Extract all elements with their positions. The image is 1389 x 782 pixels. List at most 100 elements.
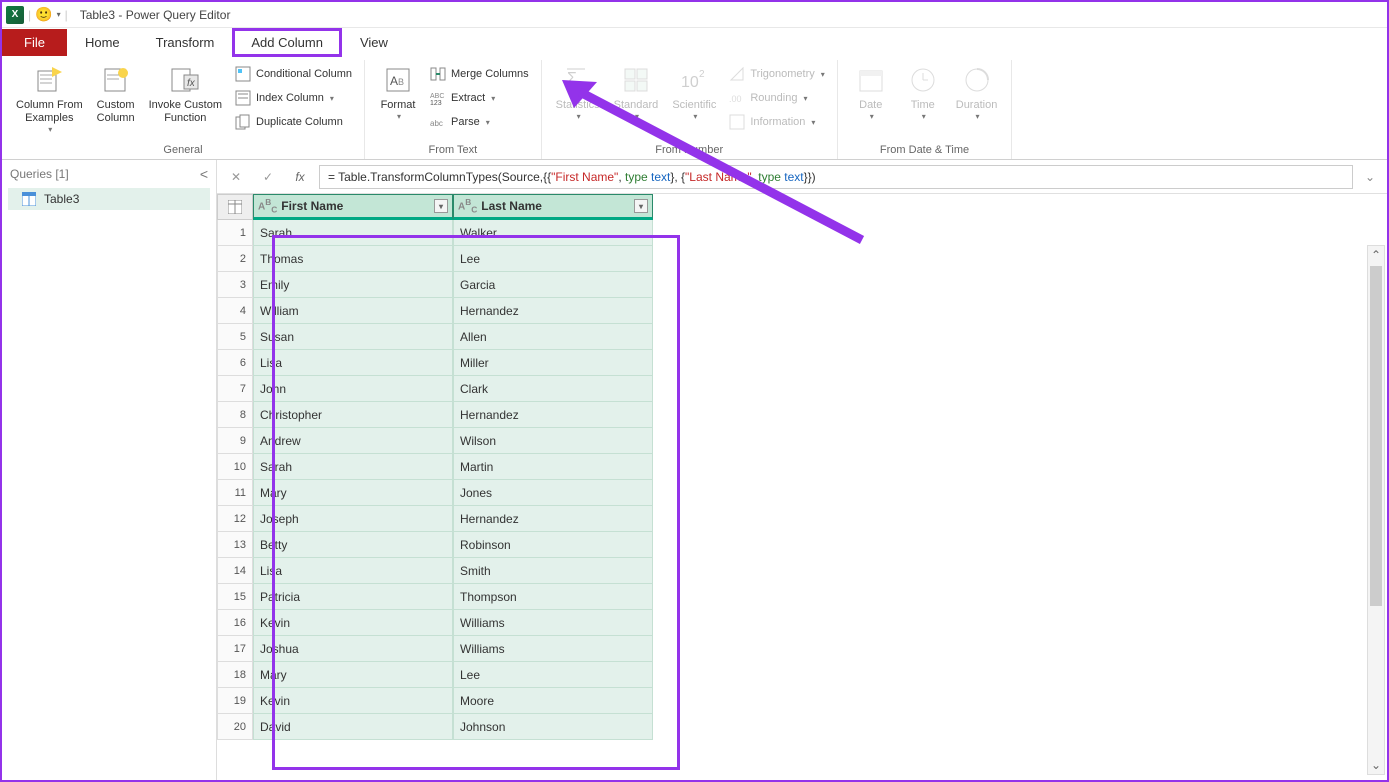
data-cell[interactable]: Lisa — [253, 558, 453, 584]
cancel-formula-icon[interactable]: ✕ — [223, 164, 249, 190]
tab-add-column[interactable]: Add Column — [232, 28, 342, 57]
standard-button[interactable]: Standard▾ — [608, 60, 665, 126]
data-cell[interactable]: Kevin — [253, 610, 453, 636]
statistics-button[interactable]: Σ Statistics▾ — [550, 60, 606, 126]
data-cell[interactable]: Walker — [453, 220, 653, 246]
column-from-examples-button[interactable]: Column From Examples▾ — [10, 60, 89, 139]
data-cell[interactable]: Lisa — [253, 350, 453, 376]
data-cell[interactable]: Clark — [453, 376, 653, 402]
data-cell[interactable]: Martin — [453, 454, 653, 480]
data-cell[interactable]: Mary — [253, 662, 453, 688]
data-cell[interactable]: Lee — [453, 246, 653, 272]
grid-corner[interactable] — [217, 194, 253, 220]
data-cell[interactable]: Sarah — [253, 220, 453, 246]
tab-file[interactable]: File — [2, 29, 67, 56]
data-cell[interactable]: Hernandez — [453, 298, 653, 324]
row-header[interactable]: 20 — [217, 714, 253, 740]
accept-formula-icon[interactable]: ✓ — [255, 164, 281, 190]
data-cell[interactable]: Hernandez — [453, 506, 653, 532]
row-header[interactable]: 7 — [217, 376, 253, 402]
row-header[interactable]: 10 — [217, 454, 253, 480]
row-header[interactable]: 5 — [217, 324, 253, 350]
data-cell[interactable]: Lee — [453, 662, 653, 688]
trigonometry-button[interactable]: Trigonometry▾ — [724, 62, 828, 86]
column-header[interactable]: ABCLast Name▾ — [453, 194, 653, 220]
custom-column-button[interactable]: Custom Column — [91, 60, 141, 129]
row-header[interactable]: 15 — [217, 584, 253, 610]
row-header[interactable]: 17 — [217, 636, 253, 662]
data-cell[interactable]: Hernandez — [453, 402, 653, 428]
data-cell[interactable]: Williams — [453, 636, 653, 662]
data-cell[interactable]: Robinson — [453, 532, 653, 558]
data-cell[interactable]: Mary — [253, 480, 453, 506]
row-header[interactable]: 8 — [217, 402, 253, 428]
invoke-custom-function-button[interactable]: fx Invoke Custom Function — [143, 60, 228, 129]
data-cell[interactable]: Johnson — [453, 714, 653, 740]
smile-icon[interactable]: 🙂 — [35, 6, 52, 23]
filter-dropdown-icon[interactable]: ▾ — [434, 199, 448, 213]
data-cell[interactable]: Jones — [453, 480, 653, 506]
data-cell[interactable]: John — [253, 376, 453, 402]
tab-transform[interactable]: Transform — [138, 29, 233, 56]
conditional-column-button[interactable]: Conditional Column — [230, 62, 356, 86]
data-cell[interactable]: Sarah — [253, 454, 453, 480]
tab-home[interactable]: Home — [67, 29, 138, 56]
row-header[interactable]: 14 — [217, 558, 253, 584]
fx-icon[interactable]: fx — [287, 164, 313, 190]
data-cell[interactable]: Allen — [453, 324, 653, 350]
data-cell[interactable]: William — [253, 298, 453, 324]
data-cell[interactable]: Emily — [253, 272, 453, 298]
scientific-button[interactable]: 102 Scientific▾ — [666, 60, 722, 126]
data-cell[interactable]: Wilson — [453, 428, 653, 454]
data-cell[interactable]: Thomas — [253, 246, 453, 272]
data-cell[interactable]: Moore — [453, 688, 653, 714]
data-cell[interactable]: David — [253, 714, 453, 740]
scroll-thumb[interactable] — [1370, 266, 1382, 606]
row-header[interactable]: 9 — [217, 428, 253, 454]
row-header[interactable]: 6 — [217, 350, 253, 376]
filter-dropdown-icon[interactable]: ▾ — [634, 199, 648, 213]
row-header[interactable]: 12 — [217, 506, 253, 532]
row-header[interactable]: 3 — [217, 272, 253, 298]
row-header[interactable]: 1 — [217, 220, 253, 246]
formula-input[interactable]: = Table.TransformColumnTypes(Source,{{"F… — [319, 165, 1353, 189]
row-header[interactable]: 2 — [217, 246, 253, 272]
information-button[interactable]: Information▾ — [724, 110, 828, 134]
duration-button[interactable]: Duration▾ — [950, 60, 1004, 126]
tab-view[interactable]: View — [342, 29, 406, 56]
data-cell[interactable]: Garcia — [453, 272, 653, 298]
data-cell[interactable]: Andrew — [253, 428, 453, 454]
expand-formula-icon[interactable]: ⌄ — [1359, 170, 1381, 184]
data-cell[interactable]: Christopher — [253, 402, 453, 428]
row-header[interactable]: 4 — [217, 298, 253, 324]
data-cell[interactable]: Joseph — [253, 506, 453, 532]
row-header[interactable]: 19 — [217, 688, 253, 714]
data-cell[interactable]: Susan — [253, 324, 453, 350]
row-header[interactable]: 16 — [217, 610, 253, 636]
data-cell[interactable]: Thompson — [453, 584, 653, 610]
merge-columns-button[interactable]: Merge Columns — [425, 62, 533, 86]
data-cell[interactable]: Miller — [453, 350, 653, 376]
qat-dropdown-icon[interactable]: ▾ — [57, 10, 61, 19]
query-item-table3[interactable]: Table3 — [8, 188, 210, 210]
row-header[interactable]: 18 — [217, 662, 253, 688]
row-header[interactable]: 11 — [217, 480, 253, 506]
column-header[interactable]: ABCFirst Name▾ — [253, 194, 453, 220]
scroll-up-icon[interactable]: ⌃ — [1368, 246, 1384, 264]
duplicate-column-button[interactable]: Duplicate Column — [230, 110, 356, 134]
parse-button[interactable]: abc Parse▾ — [425, 110, 533, 134]
time-button[interactable]: Time▾ — [898, 60, 948, 126]
data-cell[interactable]: Smith — [453, 558, 653, 584]
rounding-button[interactable]: .00 Rounding▾ — [724, 86, 828, 110]
vertical-scrollbar[interactable]: ⌃ ⌄ — [1367, 245, 1385, 775]
data-cell[interactable]: Betty — [253, 532, 453, 558]
index-column-button[interactable]: Index Column▾ — [230, 86, 356, 110]
data-cell[interactable]: Kevin — [253, 688, 453, 714]
data-cell[interactable]: Joshua — [253, 636, 453, 662]
format-button[interactable]: AB Format▾ — [373, 60, 423, 126]
data-cell[interactable]: Patricia — [253, 584, 453, 610]
extract-button[interactable]: ABC123 Extract▾ — [425, 86, 533, 110]
collapse-sidebar-icon[interactable]: < — [200, 166, 208, 182]
scroll-down-icon[interactable]: ⌄ — [1368, 756, 1384, 774]
date-button[interactable]: Date▾ — [846, 60, 896, 126]
